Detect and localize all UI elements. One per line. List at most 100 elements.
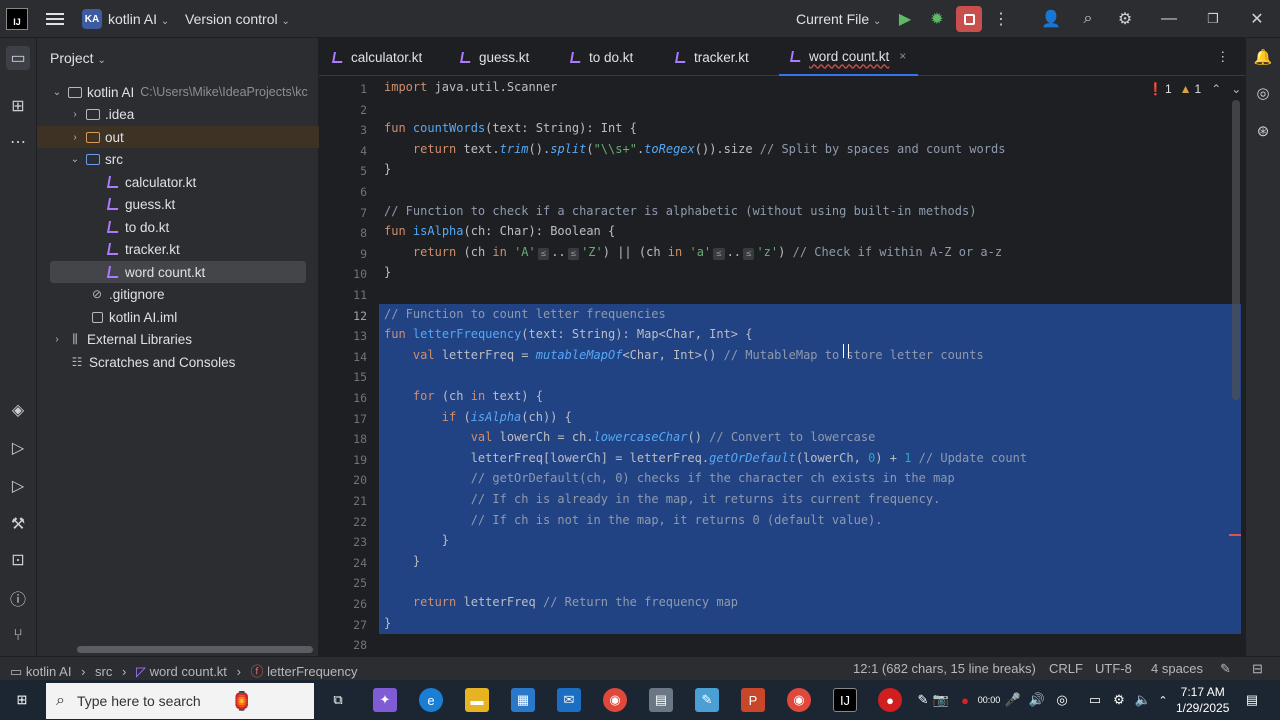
copilot-icon[interactable]: ⊛ (1252, 120, 1274, 142)
task-view-icon[interactable]: ⧉ (326, 688, 350, 712)
code-line[interactable]: import java.util.Scanner (384, 77, 557, 98)
speaker-icon[interactable]: 🔊 (1028, 688, 1046, 712)
code-line[interactable]: fun letterFrequency(text: String): Map<C… (384, 324, 752, 345)
project-panel-header[interactable]: Project ⌄ (50, 50, 106, 66)
microphone-icon[interactable]: 🎤 (1004, 688, 1022, 712)
code-line[interactable]: // If ch is already in the map, it retur… (384, 489, 941, 510)
code-line[interactable]: } (384, 530, 449, 551)
minimize-icon[interactable]: — (1158, 8, 1180, 30)
code-line[interactable]: return (ch in 'A' ≤.. ≤ 'Z') || (ch in 'a' ≤… (384, 242, 1002, 263)
run-icon[interactable]: ▶ (894, 8, 916, 30)
project-badge[interactable]: KA (82, 9, 102, 29)
file-explorer-icon[interactable]: ▬ (465, 688, 489, 712)
powerpoint-icon[interactable]: P (741, 688, 765, 712)
code-line[interactable]: // Function to count letter frequencies (384, 304, 666, 325)
build-hammer-icon[interactable]: ⚒ (6, 512, 30, 536)
tab-todo[interactable]: to do.kt (570, 38, 633, 76)
horizontal-scrollbar[interactable] (77, 646, 313, 653)
file-encoding[interactable]: UTF-8 (1095, 661, 1132, 676)
tab-options-icon[interactable]: ⋮ (1216, 38, 1230, 76)
services-icon[interactable]: ▷ (6, 436, 30, 460)
more-tools-icon[interactable]: ⋯ (6, 130, 30, 154)
project-name-dropdown[interactable]: kotlin AI ⌄ (108, 11, 169, 27)
expand-arrow-icon[interactable]: › (69, 132, 81, 143)
project-tool-folder-icon[interactable]: ▭ (6, 46, 30, 70)
code-line[interactable]: for (ch in text) { (384, 386, 543, 407)
search-icon[interactable]: ⌕ (1077, 8, 1099, 30)
debug-icon[interactable]: ✹ (926, 8, 948, 30)
webcam-icon[interactable]: ◎ (1052, 688, 1072, 712)
recorder-app-icon[interactable]: ● (878, 688, 902, 712)
tree-item-calculator[interactable]: calculator.kt (37, 171, 319, 193)
code-line[interactable]: return text.trim().split("\\s+".toRegex(… (384, 139, 1006, 160)
caret-position[interactable]: 12:1 (682 chars, 15 line breaks) (853, 661, 1036, 676)
edge-browser-icon[interactable]: e (419, 688, 443, 712)
tab-calculator[interactable]: calculator.kt (332, 38, 422, 76)
expand-arrow-icon[interactable]: › (69, 109, 81, 120)
mail-icon[interactable]: ✉ (557, 688, 581, 712)
sound-tray-icon[interactable]: 🔈 (1134, 688, 1152, 712)
windows-start-icon[interactable]: ⊞ (10, 688, 34, 712)
expand-arrow-icon[interactable]: ⌄ (51, 87, 63, 98)
code-line[interactable]: } (384, 613, 391, 634)
tab-guess[interactable]: guess.kt (460, 38, 529, 76)
code-line[interactable]: letterFreq[lowerCh] = letterFreq.getOrDe… (384, 448, 1027, 469)
chevron-down-icon[interactable]: ⌄ (1231, 82, 1241, 96)
memory-indicator-icon[interactable]: ⊟ (1252, 661, 1263, 677)
app-icon[interactable]: ▤ (649, 688, 673, 712)
code-line[interactable]: } (384, 551, 420, 572)
camera-icon[interactable]: 📷 (932, 688, 950, 712)
chevron-up-icon[interactable]: ⌃ (1211, 82, 1221, 96)
indent-setting[interactable]: 4 spaces (1151, 661, 1203, 676)
pen-icon[interactable]: ✎ (914, 688, 932, 712)
tree-item-out[interactable]: › out (37, 126, 319, 148)
tree-item-iml[interactable]: kotlin AI.iml (37, 306, 319, 328)
tree-item-word-count[interactable]: word count.kt (50, 261, 306, 283)
stop-button[interactable] (956, 6, 982, 32)
run-config-dropdown[interactable]: Current File ⌄ (796, 11, 881, 27)
copilot-app-icon[interactable]: ✦ (373, 688, 397, 712)
record-icon[interactable]: ● (956, 688, 974, 712)
tree-item-src[interactable]: ⌄ src (37, 148, 319, 170)
breadcrumb-file[interactable]: word count.kt (150, 664, 227, 679)
tree-item-external-libraries[interactable]: › ⫼ External Libraries (37, 328, 319, 350)
chrome-icon[interactable]: ◉ (603, 688, 627, 712)
settings-tray-icon[interactable]: ⚙ (1110, 688, 1128, 712)
code-line[interactable]: val lowerCh = ch.lowercaseChar() // Conv… (384, 427, 876, 448)
terminal-icon[interactable]: ⊡ (6, 548, 30, 572)
code-line[interactable]: // getOrDefault(ch, 0) checks if the cha… (384, 468, 955, 489)
version-control-dropdown[interactable]: Version control ⌄ (185, 11, 290, 27)
tree-item-tracker[interactable]: tracker.kt (37, 238, 319, 260)
code-line[interactable]: fun isAlpha(ch: Char): Boolean { (384, 221, 615, 242)
tree-item-guess[interactable]: guess.kt (37, 193, 319, 215)
chrome-profile-icon[interactable]: ◉ (787, 688, 811, 712)
close-window-icon[interactable]: ✕ (1246, 8, 1268, 30)
window-tray-icon[interactable]: ▭ (1086, 688, 1104, 712)
intellij-taskbar-icon[interactable]: IJ (833, 688, 857, 712)
vertical-scrollbar[interactable] (1232, 100, 1240, 400)
line-separator[interactable]: CRLF (1049, 661, 1083, 676)
problems-icon[interactable]: ⓘ (6, 586, 30, 610)
settings-gear-icon[interactable]: ⚙ (1114, 8, 1136, 30)
taskbar-search[interactable]: ⌕ Type here to search 🏮 (46, 683, 314, 719)
structure-icon[interactable]: ⊞ (6, 94, 30, 118)
tab-tracker[interactable]: tracker.kt (675, 38, 749, 76)
tree-item-project-root[interactable]: ⌄ kotlin AI C:\Users\Mike\IdeaProjects\k… (37, 81, 319, 103)
expand-arrow-icon[interactable]: ⌄ (69, 154, 81, 165)
main-menu-icon[interactable] (46, 10, 64, 26)
code-line[interactable]: val letterFreq = mutableMapOf<Char, Int>… (384, 345, 984, 366)
code-line[interactable]: fun countWords(text: String): Int { (384, 118, 637, 139)
error-stripe-marker[interactable] (1229, 534, 1241, 536)
more-actions-icon[interactable]: ⋮ (990, 8, 1012, 30)
code-editor[interactable]: import java.util.Scanner fun countWords(t… (379, 77, 1241, 655)
git-icon[interactable]: ⑂ (6, 624, 30, 648)
taskbar-clock[interactable]: 7:17 AM 1/29/2025 (1176, 684, 1229, 716)
layers-icon[interactable]: ◈ (6, 398, 30, 422)
code-line[interactable]: if (isAlpha(ch)) { (384, 407, 572, 428)
code-line[interactable]: // Function to check if a character is a… (384, 201, 976, 222)
readonly-lock-icon[interactable]: ✎ (1220, 661, 1231, 677)
tab-word-count[interactable]: word count.kt × (779, 38, 919, 76)
tree-item-scratches[interactable]: ☷ Scratches and Consoles (37, 351, 319, 373)
run-tool-icon[interactable]: ▷ (6, 474, 30, 498)
breadcrumb-project[interactable]: kotlin AI (26, 664, 72, 679)
